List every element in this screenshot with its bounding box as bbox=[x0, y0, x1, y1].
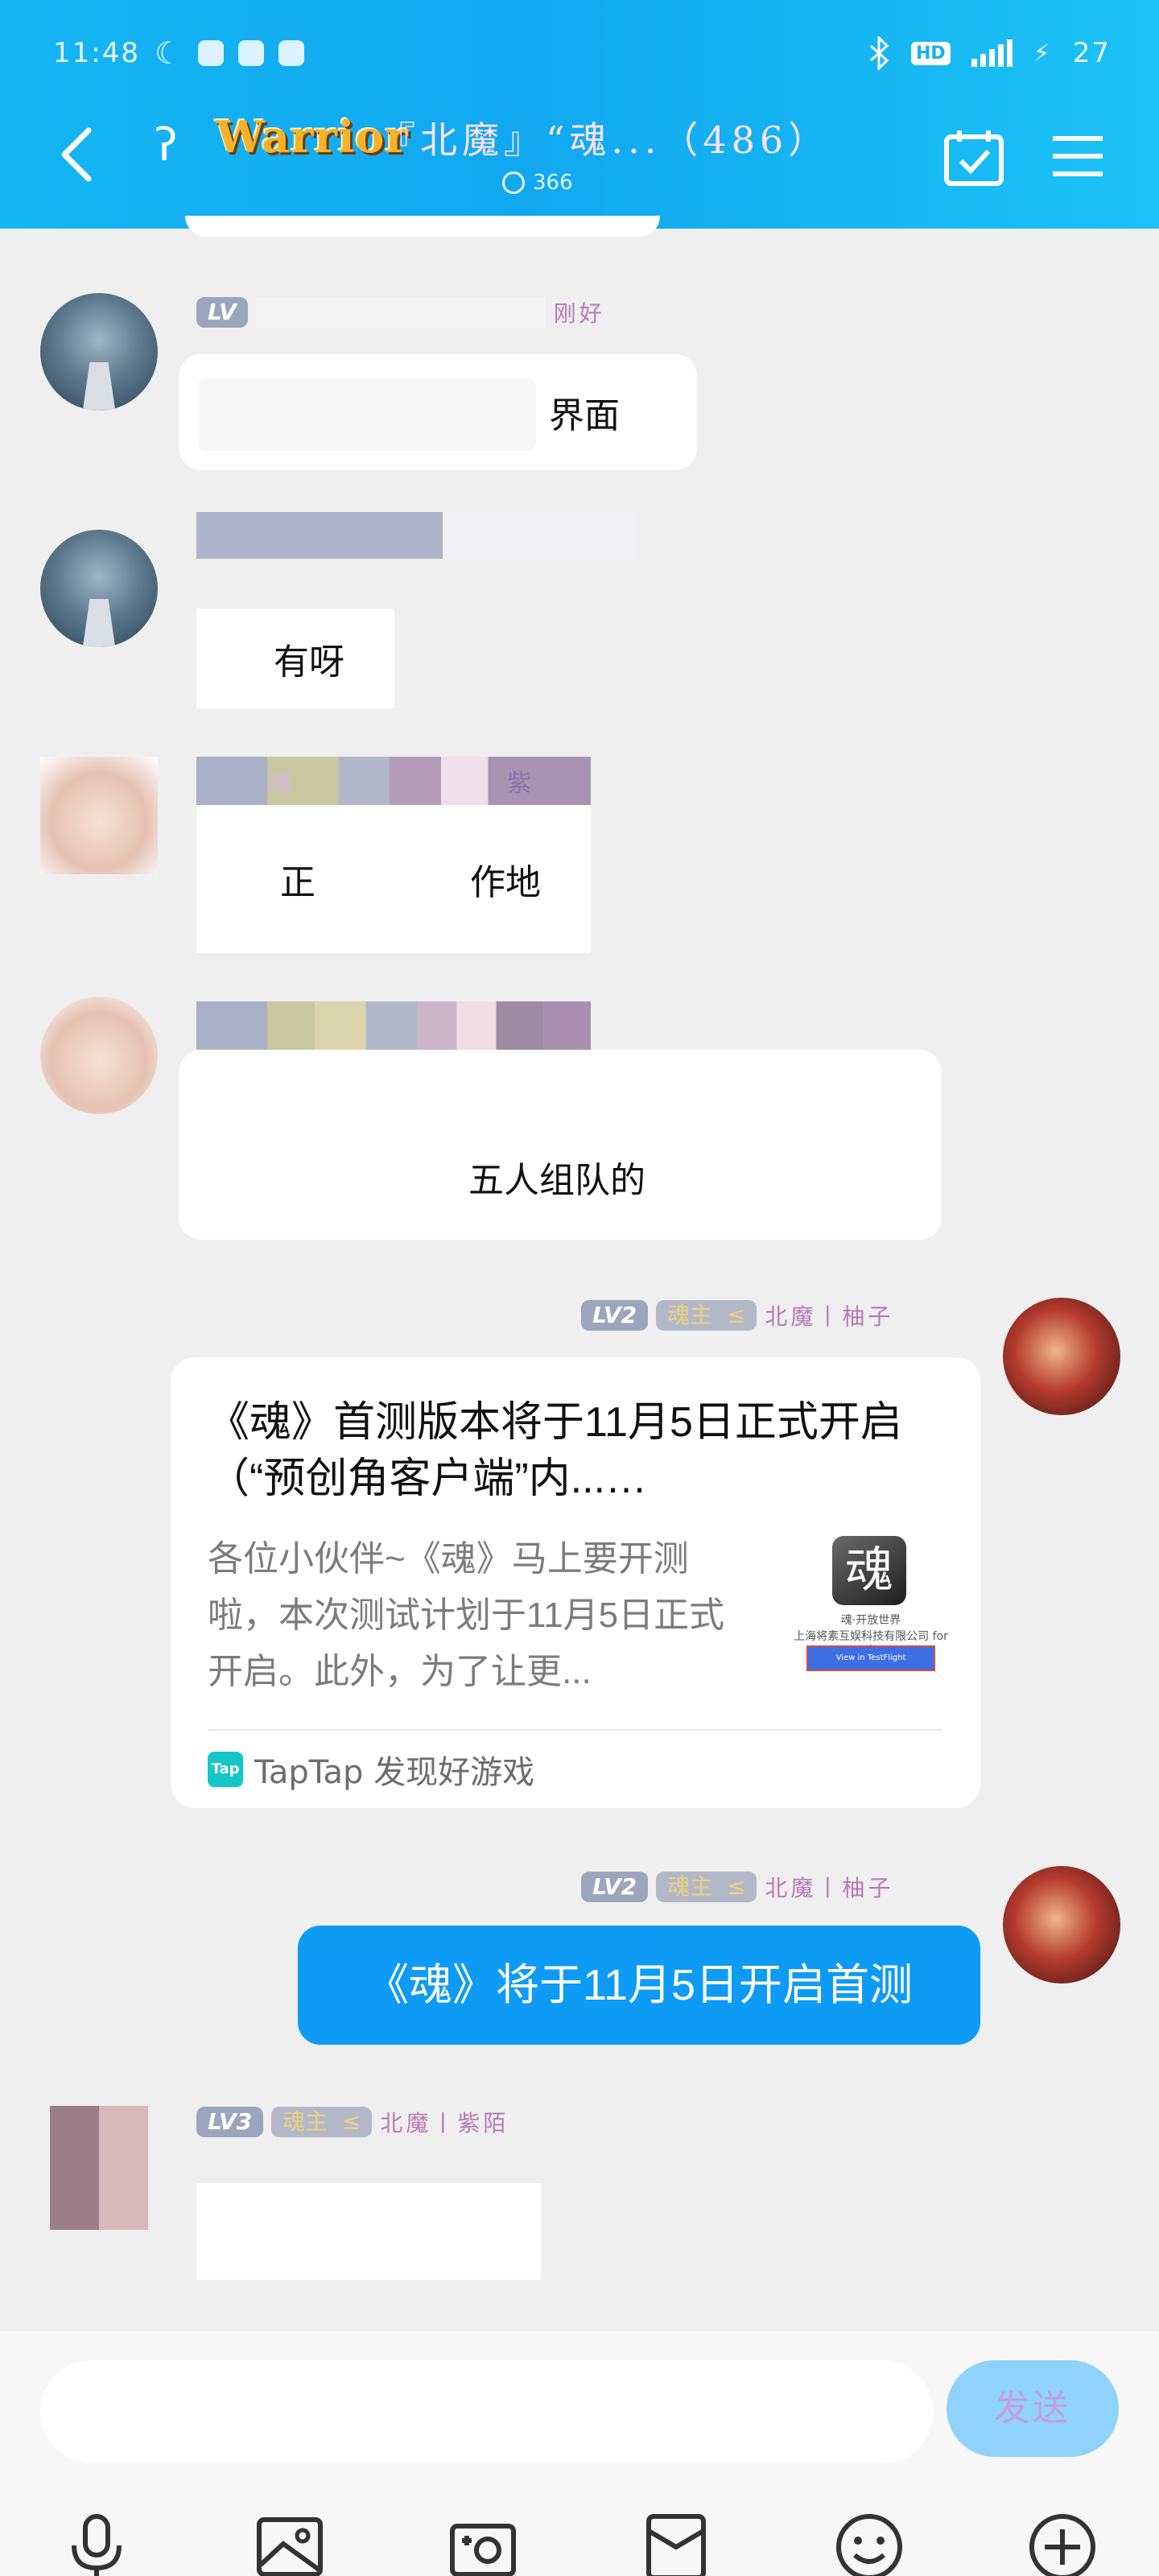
sender-line: LV 刚好 bbox=[196, 296, 605, 328]
battery-percent: 27 bbox=[1072, 37, 1111, 69]
message-bubble[interactable] bbox=[196, 2183, 541, 2280]
menu-icon[interactable] bbox=[1051, 134, 1104, 179]
sender-name[interactable]: 北魔丨柚子 bbox=[765, 1299, 893, 1331]
thumb-button: View in TestFlight bbox=[806, 1645, 935, 1671]
message-bubble[interactable]: 界面 bbox=[179, 354, 697, 470]
level-badge: LV bbox=[196, 297, 248, 328]
emoji-icon[interactable] bbox=[834, 2512, 905, 2576]
card-title: 《魂》首测版本将于11月5日正式开启（“预创角客户端”内...… bbox=[208, 1399, 902, 1502]
image-icon[interactable] bbox=[254, 2512, 325, 2576]
sender-name[interactable]: 刚好 bbox=[554, 296, 605, 328]
avatar[interactable] bbox=[40, 757, 158, 874]
blurred-name bbox=[196, 512, 443, 559]
sender-line: LV2 魂主 ≤ 北魔丨柚子 bbox=[581, 1871, 893, 1903]
message-bubble[interactable]: 《魂》将于11月5日开启首测 bbox=[298, 1926, 980, 2045]
bluetooth-icon bbox=[869, 36, 889, 70]
notification-icon bbox=[278, 40, 305, 66]
notification-icon bbox=[198, 40, 225, 66]
status-time: 11:48 bbox=[53, 37, 140, 69]
taptap-icon: Tap bbox=[208, 1752, 243, 1787]
card-description: 各位小伙伴~《魂》马上要开测啦，本次测试计划于11月5日正式开启。此外，为了让更… bbox=[208, 1539, 725, 1691]
app-logo: 魂 bbox=[832, 1536, 906, 1605]
divider bbox=[208, 1729, 942, 1731]
message-text: 五人组队的 bbox=[468, 1160, 645, 1201]
avatar[interactable] bbox=[40, 293, 158, 411]
composer: 发送 bbox=[0, 2331, 1159, 2576]
online-icon bbox=[502, 171, 525, 194]
level-badge: LV3 bbox=[196, 2107, 264, 2137]
plus-icon[interactable] bbox=[1027, 2512, 1098, 2576]
group-name[interactable]: 『北魔』“魂...（486） bbox=[378, 111, 830, 164]
avatar[interactable] bbox=[1003, 1866, 1120, 1984]
microphone-icon[interactable] bbox=[61, 2512, 132, 2576]
thumb-caption: 魂·开放世界 bbox=[840, 1614, 901, 1627]
link-card[interactable]: 《魂》首测版本将于11月5日正式开启（“预创角客户端”内...… 各位小伙伴~《… bbox=[171, 1357, 980, 1808]
message-text: 界面 bbox=[549, 395, 620, 436]
sender-name[interactable]: 北魔丨紫陌 bbox=[380, 2106, 509, 2138]
avatar[interactable] bbox=[50, 2106, 148, 2230]
avatar[interactable] bbox=[40, 530, 158, 647]
blurred-text bbox=[198, 378, 536, 451]
avatar[interactable] bbox=[1003, 1298, 1120, 1415]
sender-name[interactable]: 北魔丨柚子 bbox=[765, 1871, 893, 1903]
blurred-name: 魂 紫 bbox=[196, 757, 591, 805]
moon-icon: ☾ bbox=[154, 35, 184, 71]
message-text: 有呀 bbox=[274, 642, 344, 683]
title-tag: 魂主 ≤ bbox=[656, 1872, 757, 1902]
blurred-name bbox=[443, 512, 636, 559]
send-button[interactable]: 发送 bbox=[947, 2360, 1119, 2457]
signal-icon bbox=[971, 39, 1013, 67]
level-badge: LV2 bbox=[581, 1872, 649, 1902]
camera-icon[interactable] bbox=[448, 2512, 518, 2576]
notification-icon bbox=[238, 40, 265, 66]
message-bubble[interactable]: 有呀 bbox=[196, 609, 394, 708]
avatar[interactable] bbox=[40, 997, 158, 1114]
blurred-name bbox=[255, 297, 546, 328]
ear-icon[interactable]: ʔ bbox=[155, 119, 178, 171]
hd-icon: HD bbox=[910, 41, 951, 65]
sender-name: 紫 bbox=[507, 770, 531, 798]
title-tag: 魂 bbox=[267, 770, 291, 798]
card-source: Tap TapTap 发现好游戏 bbox=[208, 1745, 534, 1794]
title-tag: 魂主 ≤ bbox=[271, 2107, 373, 2137]
status-bar-left: 11:48 ☾ bbox=[53, 29, 305, 77]
title-tag: 魂主 ≤ bbox=[656, 1300, 757, 1331]
blurred-name bbox=[196, 1001, 591, 1050]
red-packet-icon[interactable] bbox=[641, 2512, 711, 2576]
level-badge: LV2 bbox=[581, 1300, 649, 1331]
message-text: 作地 bbox=[470, 862, 541, 903]
source-text: TapTap 发现好游戏 bbox=[254, 1754, 535, 1791]
sender-line: LV2 魂主 ≤ 北魔丨柚子 bbox=[581, 1299, 893, 1331]
back-icon[interactable] bbox=[58, 126, 93, 184]
online-indicator[interactable]: 366 bbox=[502, 171, 573, 195]
message-bubble[interactable]: 正 作地 bbox=[196, 805, 591, 953]
online-count: 366 bbox=[533, 171, 573, 195]
chat-header: 11:48 ☾ HD ⚡ 27 ʔ Warrior 『北魔』“魂...（486）… bbox=[0, 0, 1159, 229]
calendar-check-icon[interactable] bbox=[943, 129, 1004, 187]
message-bubble[interactable]: 五人组队的 bbox=[179, 1050, 942, 1240]
message-text: 正 bbox=[280, 862, 316, 903]
charging-icon: ⚡ bbox=[1033, 39, 1052, 68]
message-input[interactable] bbox=[40, 2360, 934, 2463]
message-bubble bbox=[185, 216, 660, 237]
card-thumbnail: 魂 魂·开放世界 上海将素互娱科技有限公司 for i View in Test… bbox=[792, 1534, 950, 1676]
sender-line: LV3 魂主 ≤ 北魔丨紫陌 bbox=[196, 2106, 509, 2138]
status-bar-right: HD ⚡ 27 bbox=[869, 29, 1111, 77]
